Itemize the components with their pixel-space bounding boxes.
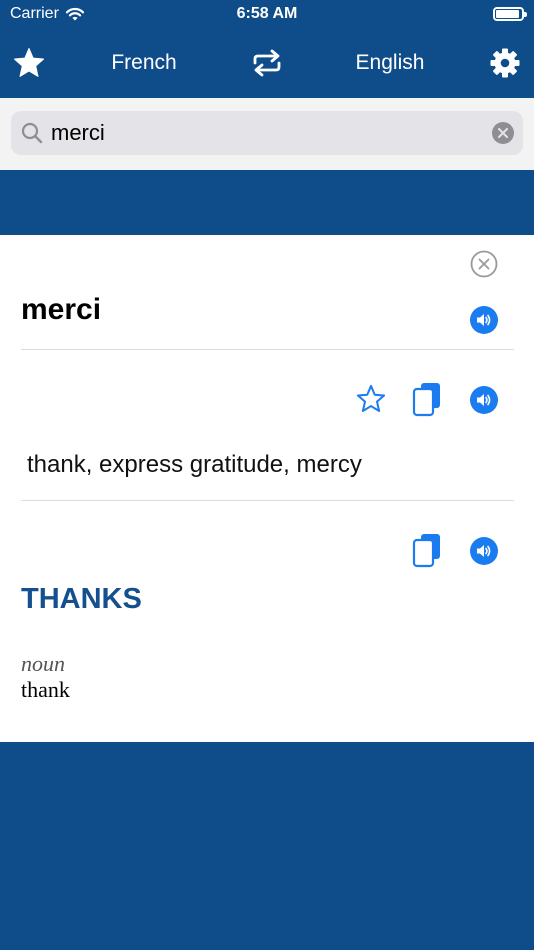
close-entry-button[interactable]: [470, 250, 498, 278]
definition-sense: thank: [21, 677, 70, 702]
search-box: [11, 111, 523, 155]
star-icon: [13, 47, 45, 77]
headword: merci: [21, 293, 102, 326]
clipboard-icon: [412, 383, 440, 417]
divider: [21, 500, 514, 501]
part-of-speech: noun: [21, 651, 65, 676]
source-language-button[interactable]: French: [88, 42, 200, 84]
result-card: merci thank, express gratitude, mercy TH…: [0, 235, 534, 742]
search-icon: [21, 122, 43, 144]
swap-icon: [253, 49, 281, 77]
swap-languages-button[interactable]: [246, 42, 288, 84]
speaker-icon: [477, 314, 491, 326]
navigation-bar: French English: [0, 28, 534, 98]
settings-button[interactable]: [484, 42, 526, 84]
speak-definition-button[interactable]: [470, 537, 498, 565]
search-area: [0, 98, 534, 170]
close-circle-icon: [470, 250, 498, 278]
divider: [21, 349, 514, 350]
speaker-icon: [477, 545, 491, 557]
speak-headword-button[interactable]: [470, 306, 498, 334]
search-input[interactable]: [51, 111, 481, 155]
speak-translation-button[interactable]: [470, 386, 498, 414]
clock: 6:58 AM: [236, 5, 298, 22]
clipboard-icon: [412, 534, 440, 568]
battery-icon: [493, 7, 527, 21]
translation-text: thank, express gratitude, mercy: [27, 451, 362, 478]
clear-icon: [498, 128, 508, 138]
target-language-button[interactable]: English: [334, 42, 446, 84]
definition-heading: THANKS: [21, 583, 142, 615]
favorites-button[interactable]: [8, 42, 50, 84]
speaker-icon: [477, 394, 491, 406]
source-language-label: French: [111, 51, 177, 74]
copy-translation-button[interactable]: [412, 381, 442, 417]
copy-definition-button[interactable]: [412, 532, 442, 568]
star-outline-icon: [356, 384, 386, 412]
favorite-translation-button[interactable]: [355, 383, 387, 415]
clear-search-button[interactable]: [492, 122, 514, 144]
gear-icon: [490, 48, 520, 78]
target-language-label: English: [355, 51, 425, 74]
status-bar: Carrier 6:58 AM: [0, 0, 534, 28]
